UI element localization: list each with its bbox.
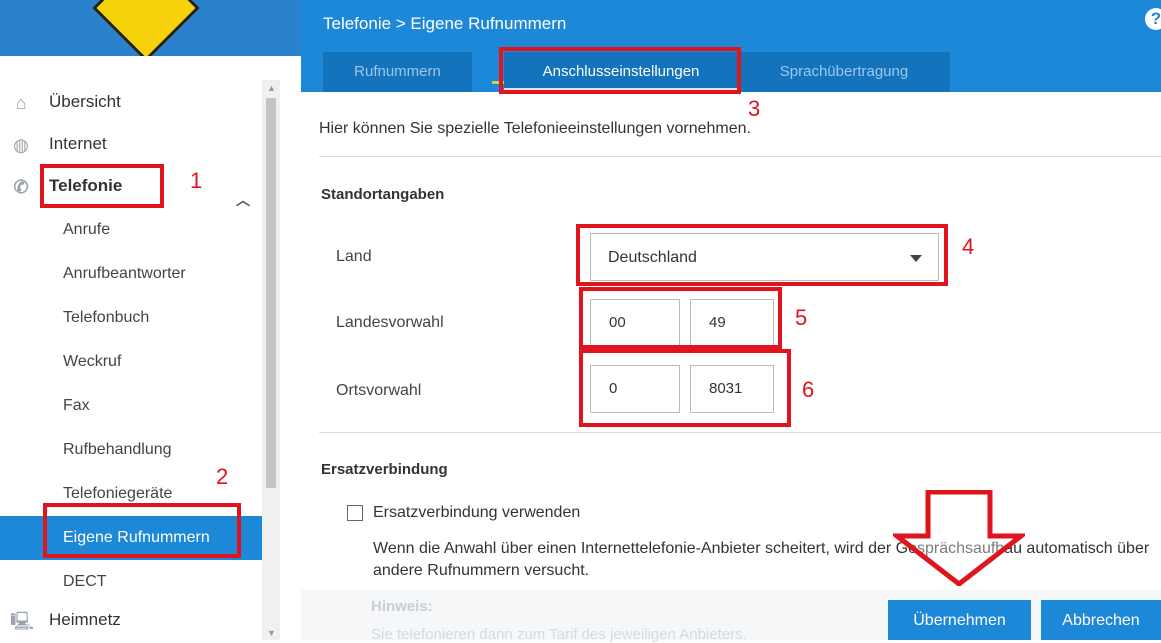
label-ortsvorwahl: Ortsvorwahl: [336, 382, 422, 399]
hint-title: Hinweis:: [371, 598, 433, 615]
sidebar-subitem-anrufe[interactable]: Anrufe: [0, 208, 262, 252]
annotation-number-2: 2: [216, 464, 229, 489]
sidebar-scrollbar[interactable]: ▲ ▼: [262, 80, 280, 640]
tab-rufnummern[interactable]: Rufnummern: [323, 52, 472, 92]
divider: [319, 156, 1161, 157]
section-standortangaben: Standortangaben: [321, 186, 445, 203]
ersatzverbindung-checkbox[interactable]: [347, 505, 363, 521]
sidebar-subitem-label: Anrufe: [63, 221, 111, 238]
ersatzverbindung-label[interactable]: Ersatzverbindung verwenden: [373, 504, 580, 522]
fritz-logo[interactable]: [92, 0, 200, 56]
annotation-number-3: 3: [748, 96, 761, 121]
apply-button[interactable]: Übernehmen: [888, 600, 1031, 640]
annotation-number-6: 6: [802, 377, 815, 402]
annotation-number-1: 1: [190, 168, 203, 193]
annotation-number-5: 5: [795, 305, 808, 330]
sidebar-subitem-label: Anrufbeantworter: [63, 265, 186, 282]
logo-bar: [0, 0, 301, 56]
annotation-box-2: [43, 503, 241, 558]
globe-icon: ◍: [13, 135, 29, 155]
divider: [319, 432, 1161, 433]
scroll-thumb[interactable]: [266, 98, 276, 488]
phone-icon: ✆: [13, 177, 29, 197]
help-icon[interactable]: ?: [1145, 8, 1161, 30]
ersatzverbindung-description: Wenn die Anwahl über einen Internettelef…: [373, 540, 1150, 579]
section-ersatzverbindung: Ersatzverbindung: [321, 461, 448, 478]
annotation-box-6: [579, 349, 791, 427]
sidebar-item-uebersicht[interactable]: ⌂ Übersicht: [0, 80, 262, 124]
sidebar-item-label: Übersicht: [49, 92, 121, 111]
intro-text: Hier können Sie spezielle Telefonieeinst…: [319, 120, 751, 137]
tab-sprachuebertragung[interactable]: Sprachübertragung: [738, 52, 950, 92]
sidebar-subitem-weckruf[interactable]: Weckruf: [0, 340, 262, 384]
label-landesvorwahl: Landesvorwahl: [336, 314, 444, 331]
sidebar-subitem-anrufbeantworter[interactable]: Anrufbeantworter: [0, 252, 262, 296]
scroll-down-icon[interactable]: ▼: [267, 628, 276, 638]
sidebar-subitem-telefonbuch[interactable]: Telefonbuch: [0, 296, 262, 340]
sidebar-item-heimnetz[interactable]: 🖳 Heimnetz: [0, 598, 262, 642]
annotation-number-4: 4: [962, 234, 975, 259]
annotation-box-1: [40, 164, 164, 208]
sidebar-subitem-fax[interactable]: Fax: [0, 384, 262, 428]
annotation-box-3: [499, 47, 741, 94]
sidebar-item-internet[interactable]: ◍ Internet: [0, 122, 262, 166]
annotation-box-4: [576, 224, 948, 286]
annotation-box-5: [579, 287, 782, 349]
sidebar-subitem-label: Weckruf: [63, 353, 122, 370]
label-land: Land: [336, 248, 372, 265]
sidebar-subitem-label: Fax: [63, 397, 90, 414]
sidebar-subitem-label: Telefonbuch: [63, 309, 150, 326]
sidebar-item-label: Internet: [49, 134, 107, 153]
cancel-button[interactable]: Abbrechen: [1041, 600, 1161, 640]
sidebar-item-label: Heimnetz: [49, 610, 121, 629]
hint-text: Sie telefonieren dann zum Tarif des jewe…: [371, 626, 747, 643]
network-icon: 🖳: [10, 611, 35, 631]
footer-bar: Hinweis: Sie telefonieren dann zum Tarif…: [301, 590, 1161, 643]
home-icon: ⌂: [15, 93, 27, 113]
scroll-up-icon[interactable]: ▲: [267, 83, 276, 93]
breadcrumb: Telefonie > Eigene Rufnummern: [323, 14, 567, 33]
sidebar-subitem-label: Rufbehandlung: [63, 441, 172, 458]
arrow-down-icon: [893, 490, 1025, 586]
